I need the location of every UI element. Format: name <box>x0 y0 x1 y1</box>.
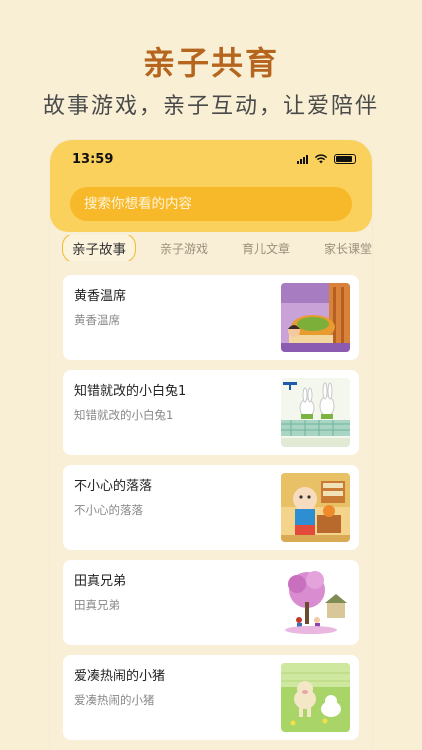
battery-icon <box>334 154 356 164</box>
status-icons <box>297 154 356 164</box>
story-title: 爱凑热闹的小猪 <box>74 669 166 684</box>
story-thumbnail[interactable] <box>281 473 350 542</box>
cellular-signal-icon <box>297 154 308 164</box>
story-card[interactable]: 爱凑热闹的小猪 爱凑热闹的小猪 <box>63 655 359 740</box>
story-title: 田真兄弟 <box>74 574 127 589</box>
promo-subtitle: 故事游戏，亲子互动，让爱陪伴 <box>42 94 379 119</box>
category-tabs: 亲子故事 亲子游戏 育儿文章 家长课堂 <box>62 235 372 261</box>
story-title: 黄香温席 <box>74 289 127 304</box>
tab-parent-child-games[interactable]: 亲子游戏 <box>150 235 218 261</box>
story-card[interactable]: 不小心的落落 不小心的落落 <box>63 465 359 550</box>
story-list: 黄香温席 黄香温席 知错就改的小白兔1 知错就改的小白兔1 不小心的落落 不小心… <box>63 275 359 750</box>
tab-parenting-articles[interactable]: 育儿文章 <box>232 235 300 261</box>
tab-parent-class[interactable]: 家长课堂 <box>314 235 372 261</box>
story-thumbnail[interactable] <box>281 378 350 447</box>
phone-frame: 13:59 亲子故事 亲子游戏 育儿文章 家长课堂 黄香温席 黄香温席 <box>50 140 372 750</box>
story-card[interactable]: 知错就改的小白兔1 知错就改的小白兔1 <box>63 370 359 455</box>
story-description: 知错就改的小白兔1 <box>74 408 174 422</box>
search-bar[interactable] <box>70 187 352 221</box>
story-title: 知错就改的小白兔1 <box>74 384 187 399</box>
story-thumbnail[interactable] <box>281 663 350 732</box>
story-thumbnail[interactable] <box>281 283 350 352</box>
story-card[interactable]: 田真兄弟 田真兄弟 <box>63 560 359 645</box>
story-card[interactable]: 黄香温席 黄香温席 <box>63 275 359 360</box>
app-header: 13:59 <box>50 140 372 232</box>
status-time: 13:59 <box>72 152 114 167</box>
story-thumbnail[interactable] <box>281 568 350 637</box>
story-description: 爱凑热闹的小猪 <box>74 693 155 707</box>
story-title: 不小心的落落 <box>74 479 153 494</box>
story-description: 田真兄弟 <box>74 598 120 612</box>
story-description: 不小心的落落 <box>74 503 143 517</box>
story-description: 黄香温席 <box>74 313 120 327</box>
promo-title: 亲子共育 <box>142 44 279 82</box>
tab-parent-child-stories[interactable]: 亲子故事 <box>62 235 136 261</box>
wifi-icon <box>314 154 328 164</box>
search-input[interactable] <box>84 196 344 212</box>
